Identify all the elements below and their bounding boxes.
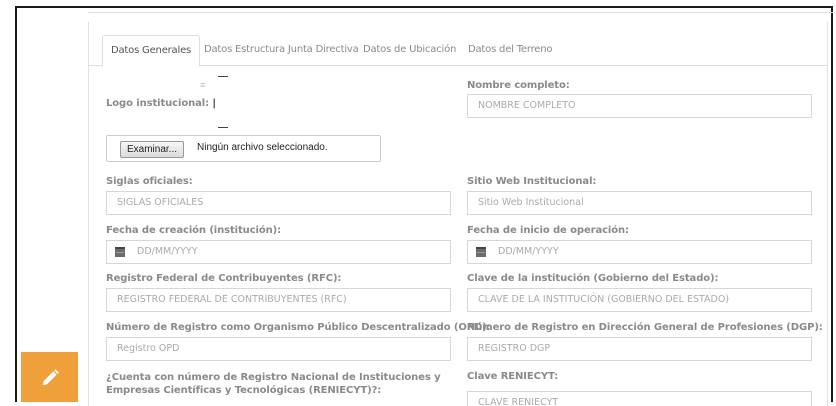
fecha-inicio-input[interactable]: DD/MM/YYYY xyxy=(467,240,812,264)
logo-file-input[interactable]: Examinar... Ningún archivo seleccionado. xyxy=(106,135,381,162)
registro-opd-label: Número de Registro como Organismo Públic… xyxy=(106,322,491,333)
tab-bar: Datos Generales Datos Estructura Junta D… xyxy=(88,35,828,67)
clave-institucion-label: Clave de la institución (Gobierno del Es… xyxy=(467,273,719,284)
nombre-completo-label: Nombre completo: xyxy=(467,80,570,91)
logo-label: Logo institucional: | xyxy=(106,98,216,109)
edit-fab-button[interactable] xyxy=(21,352,78,402)
clave-reniecyt-label: Clave RENIECYT: xyxy=(467,371,559,382)
calendar-icon[interactable] xyxy=(115,247,125,257)
fecha-inicio-placeholder: DD/MM/YYYY xyxy=(498,246,559,257)
tab-datos-estructura-junta-directiva[interactable]: Datos Estructura Junta Directiva xyxy=(204,35,359,66)
tab-datos-de-ubicacion[interactable]: Datos de Ubicación xyxy=(363,35,456,66)
nombre-completo-input[interactable]: NOMBRE COMPLETO xyxy=(467,94,812,118)
tab-datos-del-terreno[interactable]: Datos del Terreno xyxy=(468,35,553,66)
logo-broken-image-mark-bottom xyxy=(218,127,228,128)
siglas-input[interactable]: SIGLAS OFICIALES xyxy=(106,191,451,215)
clave-institucion-input[interactable]: CLAVE DE LA INSTITUCIÓN (GOBIERNO DEL ES… xyxy=(467,288,812,312)
file-status-text: Ningún archivo seleccionado. xyxy=(197,142,328,153)
pencil-icon xyxy=(42,369,59,386)
logo-broken-image-mark xyxy=(218,76,228,77)
sitio-web-input[interactable]: Sitio Web Institucional xyxy=(467,191,812,215)
tab-datos-generales[interactable]: Datos Generales xyxy=(102,35,201,67)
fecha-inicio-label: Fecha de inicio de operación: xyxy=(467,225,629,236)
calendar-icon[interactable] xyxy=(476,247,486,257)
sitio-web-label: Sitio Web Institucional: xyxy=(467,176,597,187)
browse-button[interactable]: Examinar... xyxy=(120,141,185,158)
logo-broken-image-icon: ≡ xyxy=(200,80,206,90)
reniecyt-question-label: ¿Cuenta con número de Registro Nacional … xyxy=(106,372,441,396)
registro-opd-input[interactable]: Registro OPD xyxy=(106,337,451,361)
top-divider xyxy=(88,12,833,13)
registro-dgp-label: Número de Registro en Dirección General … xyxy=(467,322,823,333)
fecha-creacion-input[interactable]: DD/MM/YYYY xyxy=(106,240,451,264)
clave-reniecyt-input[interactable]: CLAVE RENIECYT xyxy=(467,391,812,406)
registro-dgp-input[interactable]: REGISTRO DGP xyxy=(467,337,812,361)
fecha-creacion-placeholder: DD/MM/YYYY xyxy=(137,246,198,257)
siglas-label: Siglas oficiales: xyxy=(106,176,193,187)
rfc-input[interactable]: REGISTRO FEDERAL DE CONTRIBUYENTES (RFC) xyxy=(106,288,451,312)
fecha-creacion-label: Fecha de creación (institución): xyxy=(106,225,282,236)
rfc-label: Registro Federal de Contribuyentes (RFC)… xyxy=(106,273,342,284)
